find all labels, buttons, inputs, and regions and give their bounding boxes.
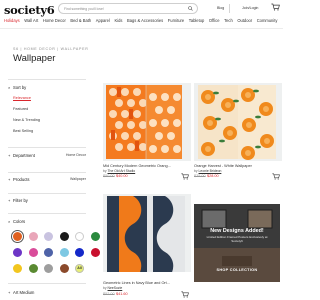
sort-option-featured[interactable]: Featured bbox=[13, 107, 28, 111]
nav-item-bags-accessories[interactable]: Bags & Accessories bbox=[127, 17, 163, 28]
sort-option-relevance[interactable]: Relevance bbox=[13, 96, 31, 100]
nav-item-kids[interactable]: Kids bbox=[114, 17, 122, 28]
product-sale-price: $40.00 bbox=[116, 174, 128, 178]
promo-banner[interactable]: New Designs Added! Limited Edition Frame… bbox=[194, 204, 280, 282]
nav-item-office[interactable]: Office bbox=[209, 17, 220, 28]
color-swatch[interactable] bbox=[28, 232, 38, 241]
collapse-icon: × bbox=[8, 219, 11, 224]
header-divider bbox=[229, 4, 230, 13]
artist-link[interactable]: The Old Art Studio bbox=[107, 169, 135, 173]
nav-item-bed-bath[interactable]: Bed & Bath bbox=[70, 17, 91, 28]
nav-item-home-decor[interactable]: Home Decor bbox=[43, 17, 66, 28]
product-title[interactable]: Mid Century Modern Geometric Orang... bbox=[103, 164, 189, 168]
nav-item-community[interactable]: Community bbox=[257, 17, 278, 28]
add-to-cart-icon[interactable] bbox=[272, 173, 280, 180]
color-swatch[interactable] bbox=[75, 232, 84, 241]
color-swatch[interactable] bbox=[13, 264, 22, 273]
nav-item-wall-art[interactable]: Wall Art bbox=[24, 17, 38, 28]
products-value: Wallpaper bbox=[69, 177, 86, 181]
page-title: Wallpaper bbox=[13, 53, 56, 64]
collapse-icon: × bbox=[8, 85, 11, 90]
color-swatch[interactable] bbox=[13, 248, 22, 257]
product-old-price: $52.00 bbox=[103, 292, 115, 296]
product-title[interactable]: Geometric Lines in Navy Blue and Ort... bbox=[103, 281, 189, 285]
nav-item-apparel[interactable]: Apparel bbox=[96, 17, 110, 28]
sort-option-new-trending[interactable]: New & Trending bbox=[13, 118, 40, 122]
product-artist: by NeeSuzie bbox=[103, 286, 123, 290]
product-old-price: $35.00 bbox=[194, 174, 206, 178]
cart-icon[interactable] bbox=[271, 3, 280, 11]
color-swatch[interactable] bbox=[44, 232, 53, 241]
color-swatch[interactable] bbox=[59, 248, 69, 257]
color-swatch[interactable] bbox=[59, 264, 69, 273]
join-login-link[interactable]: Join/Login bbox=[242, 6, 258, 10]
color-swatch[interactable] bbox=[90, 232, 100, 241]
product-artist: by The Old Art Studio bbox=[103, 169, 136, 173]
product-image[interactable] bbox=[194, 83, 282, 161]
expand-icon: + bbox=[8, 290, 11, 295]
sidebar-divider bbox=[8, 213, 86, 214]
expand-icon: + bbox=[8, 177, 11, 182]
promo-subtitle: Limited Edition Framed Posters Exclusive… bbox=[206, 235, 268, 243]
color-swatch-all[interactable]: All bbox=[75, 264, 84, 273]
color-swatch[interactable] bbox=[90, 248, 100, 257]
add-to-cart-icon[interactable] bbox=[181, 291, 189, 298]
color-swatch[interactable] bbox=[59, 232, 69, 241]
main-nav: Holidays Wall Art Home Decor Bed & Bath … bbox=[0, 17, 283, 29]
add-to-cart-icon[interactable] bbox=[181, 173, 189, 180]
color-swatch[interactable] bbox=[44, 248, 53, 257]
color-swatch[interactable] bbox=[44, 264, 53, 273]
blog-link[interactable]: Blog bbox=[217, 6, 224, 10]
sidebar-divider bbox=[8, 79, 86, 80]
product-old-price: $50.00 bbox=[103, 174, 115, 178]
product-artist: by Leonie Brideon bbox=[194, 169, 222, 173]
nav-item-furniture[interactable]: Furniture bbox=[168, 17, 184, 28]
search-icon[interactable] bbox=[188, 6, 193, 11]
color-swatch[interactable] bbox=[28, 248, 38, 257]
color-swatch[interactable] bbox=[75, 248, 84, 257]
nav-item-tabletop[interactable]: Tabletop bbox=[189, 17, 204, 28]
product-title[interactable]: Orange Harvest - White Wallpaper bbox=[194, 164, 280, 168]
sidebar-divider bbox=[8, 283, 86, 284]
promo-title: New Designs Added! bbox=[210, 228, 264, 234]
site-logo[interactable]: society6 bbox=[4, 3, 55, 17]
product-sale-price: $28.00 bbox=[207, 174, 219, 178]
search-placeholder: Find something you'll love! bbox=[64, 6, 104, 11]
department-value: Home Decor bbox=[65, 153, 86, 157]
product-sale-price: $41.60 bbox=[116, 292, 128, 296]
search-input[interactable]: Find something you'll love! bbox=[58, 3, 198, 14]
expand-icon: + bbox=[8, 198, 11, 203]
sidebar-divider bbox=[8, 147, 86, 148]
nav-item-outdoor[interactable]: Outdoor bbox=[237, 17, 252, 28]
breadcrumb[interactable]: S6 | HOME DECOR | WALLPAPER bbox=[13, 47, 88, 51]
sidebar-divider bbox=[8, 172, 86, 173]
artist-link[interactable]: NeeSuzie bbox=[108, 286, 123, 290]
shop-collection-button[interactable]: SHOP COLLECTION bbox=[216, 268, 258, 272]
color-swatch[interactable] bbox=[28, 264, 38, 273]
sidebar-divider bbox=[8, 193, 86, 194]
nav-item-holidays[interactable]: Holidays bbox=[4, 17, 20, 28]
sort-option-best-selling[interactable]: Best Selling bbox=[13, 129, 33, 133]
nav-item-tech[interactable]: Tech bbox=[224, 17, 233, 28]
expand-icon: + bbox=[8, 153, 11, 158]
color-swatch[interactable] bbox=[13, 232, 22, 241]
product-image[interactable] bbox=[103, 83, 191, 161]
artist-link[interactable]: Leonie Brideon bbox=[199, 169, 222, 173]
product-image[interactable] bbox=[103, 194, 191, 272]
